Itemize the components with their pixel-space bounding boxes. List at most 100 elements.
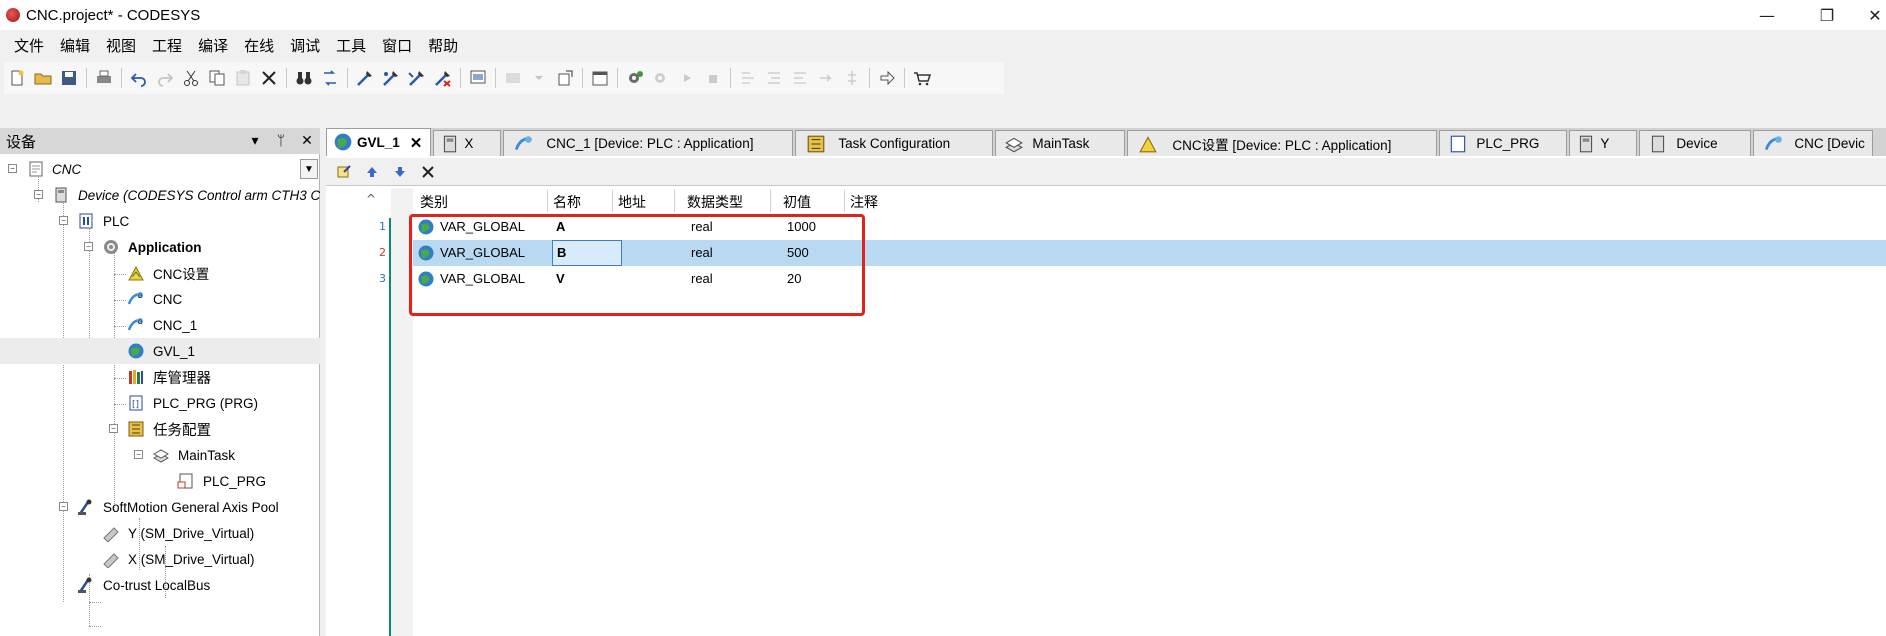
delete-button[interactable] xyxy=(257,66,281,90)
new-project-button[interactable] xyxy=(5,66,29,90)
tab-device[interactable]: Device xyxy=(1639,130,1752,156)
collapse-toggle[interactable]: − xyxy=(59,216,68,225)
breakpoint-button[interactable] xyxy=(840,66,864,90)
tree-item-cnc[interactable]: G CNC xyxy=(0,286,320,312)
column-separator[interactable] xyxy=(844,190,845,212)
tab-maintask[interactable]: MainTask xyxy=(995,130,1126,156)
table-row[interactable]: VAR_GLOBAL A real 1000 xyxy=(413,214,1886,240)
step-over-button[interactable] xyxy=(736,66,760,90)
run-to-cursor-button[interactable] xyxy=(814,66,838,90)
datatype-cell[interactable]: real xyxy=(691,214,713,240)
tree-item-cnc-1[interactable]: G CNC_1 xyxy=(0,312,320,338)
stop-button[interactable] xyxy=(701,66,725,90)
minimize-button[interactable]: — xyxy=(1744,0,1790,30)
collapse-toggle[interactable]: − xyxy=(8,164,17,173)
pane-menu-button[interactable]: ▾ xyxy=(244,128,266,154)
datatype-cell[interactable]: real xyxy=(691,266,713,292)
move-up-button[interactable] xyxy=(360,160,384,184)
collapse-toggle[interactable]: − xyxy=(34,190,43,199)
menu-view[interactable]: 视图 xyxy=(98,32,144,60)
column-separator[interactable] xyxy=(770,190,771,212)
replace-button[interactable] xyxy=(318,66,342,90)
dropdown-arrow-button[interactable] xyxy=(527,66,551,90)
tree-item-maintask[interactable]: − MainTask xyxy=(0,442,320,468)
rebuild-button[interactable] xyxy=(379,66,403,90)
menu-build[interactable]: 编译 xyxy=(190,32,236,60)
tree-item-axis-x[interactable]: X (SM_Drive_Virtual) xyxy=(0,546,320,572)
calendar-button[interactable] xyxy=(588,66,612,90)
category-cell[interactable]: VAR_GLOBAL xyxy=(440,266,525,292)
delete-variable-button[interactable] xyxy=(416,160,440,184)
menu-help[interactable]: 帮助 xyxy=(420,32,466,60)
tab-plc-prg[interactable]: PLC_PRG xyxy=(1439,130,1568,156)
clean-button[interactable] xyxy=(431,66,455,90)
restore-button[interactable]: ❐ xyxy=(1804,0,1850,30)
toggle-button[interactable] xyxy=(501,66,525,90)
tree-item-axis-pool[interactable]: − SoftMotion General Axis Pool xyxy=(0,494,320,520)
menu-file[interactable]: 文件 xyxy=(6,32,52,60)
table-row[interactable]: VAR_GLOBAL B real 500 xyxy=(413,240,1886,266)
name-cell[interactable]: B xyxy=(552,240,622,266)
export-button[interactable] xyxy=(553,66,577,90)
tab-cnc-1[interactable]: CNC_1 [Device: PLC : Application] xyxy=(503,130,794,156)
close-window-button[interactable]: ✕ xyxy=(1852,0,1886,30)
initial-value-cell[interactable]: 1000 xyxy=(787,214,816,240)
column-header-category[interactable]: 类别 xyxy=(420,192,448,212)
collapse-toggle[interactable]: − xyxy=(84,242,93,251)
tree-item-localbus[interactable]: Co-trust LocalBus xyxy=(0,572,320,598)
tree-item-plc-prg[interactable]: [] PLC_PRG (PRG) xyxy=(0,390,320,416)
start-button[interactable] xyxy=(675,66,699,90)
tab-x[interactable]: X xyxy=(433,130,502,156)
tree-item-gvl-1[interactable]: GVL_1 xyxy=(0,338,320,364)
open-project-button[interactable] xyxy=(31,66,55,90)
collapse-caret[interactable]: ^ xyxy=(366,192,376,206)
logout-button[interactable] xyxy=(649,66,673,90)
menu-edit[interactable]: 编辑 xyxy=(52,32,98,60)
column-header-name[interactable]: 名称 xyxy=(553,192,581,212)
column-header-initial-value[interactable]: 初值 xyxy=(783,192,811,212)
initial-value-cell[interactable]: 20 xyxy=(787,266,801,292)
tab-task-configuration[interactable]: Task Configuration xyxy=(795,130,994,156)
tree-item-plc[interactable]: − PLC xyxy=(0,208,320,234)
tree-item-application[interactable]: − Application xyxy=(0,234,320,260)
project-combo-dropdown[interactable]: ▼ xyxy=(300,159,318,179)
tab-close-button[interactable]: ✕ xyxy=(410,134,423,152)
column-separator[interactable] xyxy=(674,190,675,212)
paste-button[interactable] xyxy=(231,66,255,90)
collapse-toggle[interactable]: − xyxy=(134,450,143,459)
menu-debug[interactable]: 调试 xyxy=(282,32,328,60)
name-cell[interactable]: A xyxy=(556,214,565,240)
tree-item-cnc-project[interactable]: − CNC ▼ xyxy=(0,156,320,182)
menu-project[interactable]: 工程 xyxy=(144,32,190,60)
tree-item-plc-prg-call[interactable]: PLC_PRG xyxy=(0,468,320,494)
move-down-button[interactable] xyxy=(388,160,412,184)
build-all-button[interactable] xyxy=(405,66,429,90)
save-button[interactable] xyxy=(57,66,81,90)
online-config-button[interactable] xyxy=(466,66,490,90)
login-button[interactable] xyxy=(623,66,647,90)
print-button[interactable] xyxy=(92,66,116,90)
collapse-toggle[interactable]: − xyxy=(59,502,68,511)
name-cell[interactable]: V xyxy=(556,266,565,292)
find-button[interactable] xyxy=(292,66,316,90)
tree-item-axis-y[interactable]: Y (SM_Drive_Virtual) xyxy=(0,520,320,546)
tab-y[interactable]: Y xyxy=(1569,130,1638,156)
build-button[interactable] xyxy=(353,66,377,90)
tree-item-device[interactable]: − Device (CODESYS Control arm CTH3 C37 xyxy=(0,182,320,208)
datatype-cell[interactable]: real xyxy=(691,240,713,266)
redo-button[interactable] xyxy=(153,66,177,90)
tree-item-library-manager[interactable]: 库管理器 xyxy=(0,364,320,390)
next-button[interactable] xyxy=(875,66,899,90)
menu-online[interactable]: 在线 xyxy=(236,32,282,60)
category-cell[interactable]: VAR_GLOBAL xyxy=(440,240,525,266)
column-header-datatype[interactable]: 数据类型 xyxy=(687,192,743,212)
menu-window[interactable]: 窗口 xyxy=(374,32,420,60)
tab-cnc[interactable]: CNC [Devic xyxy=(1753,130,1874,156)
column-separator[interactable] xyxy=(612,190,613,212)
initial-value-cell[interactable]: 500 xyxy=(787,240,809,266)
column-separator[interactable] xyxy=(547,190,548,212)
tree-item-cnc-settings[interactable]: CNC设置 xyxy=(0,260,320,286)
menu-tools[interactable]: 工具 xyxy=(328,32,374,60)
tab-cnc-settings[interactable]: CNC设置 [Device: PLC : Application] xyxy=(1127,130,1438,156)
category-cell[interactable]: VAR_GLOBAL xyxy=(440,214,525,240)
